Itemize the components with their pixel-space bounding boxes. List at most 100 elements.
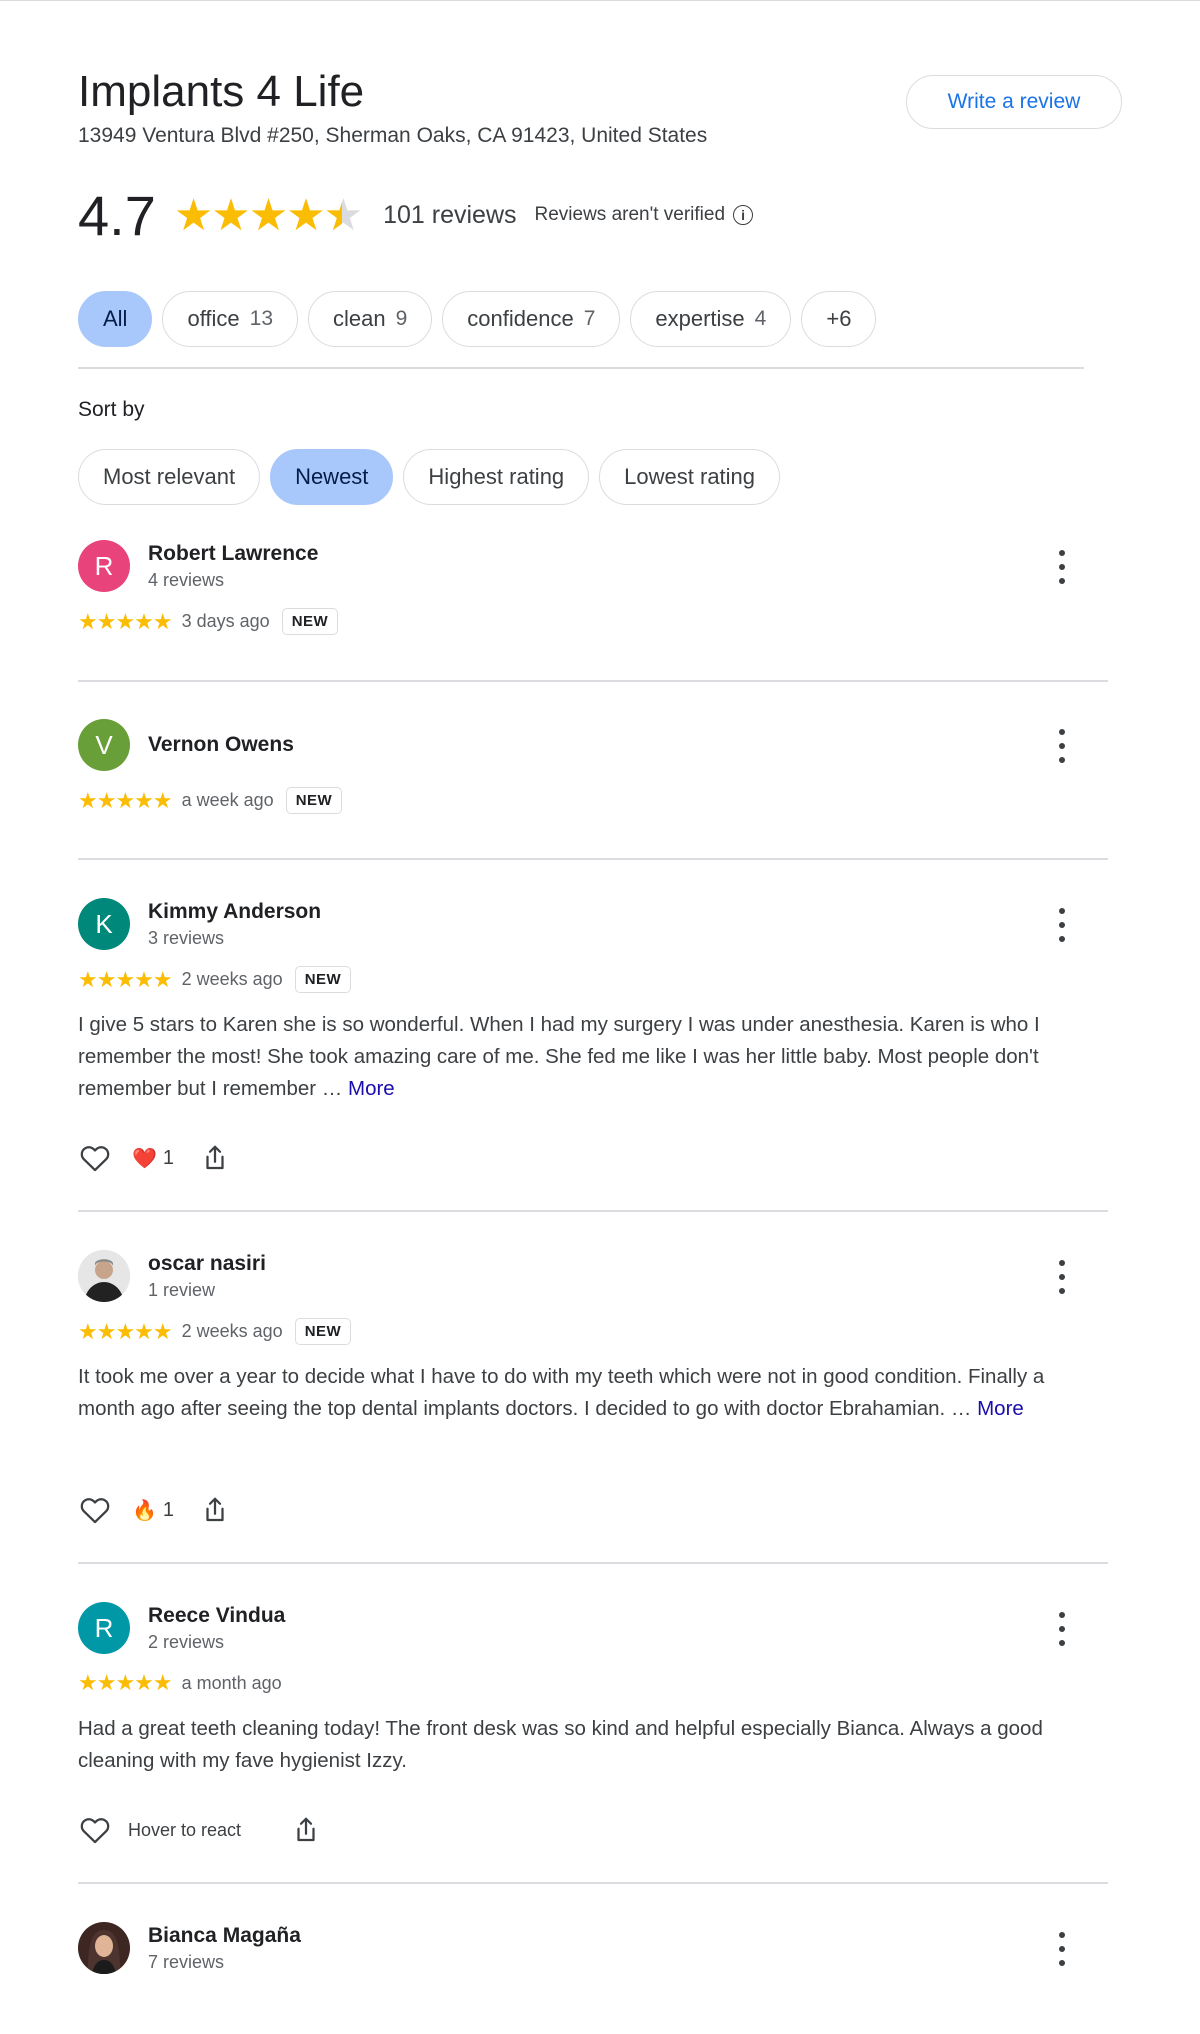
rating-stars-icon: ★★★★★	[174, 190, 363, 241]
fire-emoji-icon: 🔥	[132, 1499, 157, 1522]
avatar[interactable]: K	[78, 898, 130, 950]
place-title: Implants 4 Life	[78, 67, 365, 116]
review-actions: ❤️ 1	[78, 1141, 230, 1175]
review-meta: ★★★★★ 2 weeks ago NEW	[78, 966, 352, 993]
reaction-count[interactable]: ❤️ 1	[132, 1146, 174, 1171]
info-icon[interactable]: i	[733, 205, 754, 225]
divider	[78, 858, 1108, 860]
review-stars-icon: ★★★★★	[78, 966, 173, 992]
divider	[78, 1562, 1108, 1564]
review-stars-icon: ★★★★★	[78, 1670, 173, 1695]
review-date: 2 weeks ago	[181, 1321, 283, 1341]
chip-count: 13	[249, 307, 273, 330]
new-badge: NEW	[281, 608, 339, 635]
reviewer-review-count: 1 review	[148, 1280, 216, 1300]
reviewer-name[interactable]: Kimmy Anderson	[148, 900, 321, 924]
sort-highest-rating[interactable]: Highest rating	[403, 449, 590, 505]
avatar-photo[interactable]	[78, 1250, 130, 1302]
place-address: 13949 Ventura Blvd #250, Sherman Oaks, C…	[78, 124, 708, 147]
more-link[interactable]: More	[977, 1397, 1024, 1420]
divider	[78, 680, 1108, 682]
review-meta: ★★★★★ a month ago	[78, 1670, 282, 1696]
share-icon[interactable]	[200, 1143, 230, 1173]
review-meta: ★★★★★ a week ago NEW	[78, 787, 343, 814]
chip-expertise[interactable]: expertise 4	[630, 291, 792, 347]
avatar[interactable]: R	[78, 540, 130, 592]
reviewer-review-count: 2 reviews	[148, 1632, 225, 1652]
chip-label: office	[187, 306, 240, 331]
chip-label: +6	[826, 306, 852, 331]
new-badge: NEW	[294, 966, 352, 993]
review-actions: Hover to react	[78, 1813, 321, 1847]
avatar[interactable]: R	[78, 1602, 130, 1654]
reviewer-review-count: 7 reviews	[148, 1952, 225, 1972]
review-text: Had a great teeth cleaning today! The fr…	[78, 1717, 1043, 1772]
reviewer-name[interactable]: Robert Lawrence	[148, 542, 318, 566]
review-count[interactable]: 101 reviews	[383, 201, 516, 230]
review-card: Bianca Magaña 7 reviews	[78, 1922, 1108, 1974]
review-date: a week ago	[181, 790, 274, 810]
chip-office[interactable]: office 13	[162, 291, 298, 347]
rating-number: 4.7	[78, 183, 156, 247]
reviewer-name[interactable]: oscar nasiri	[148, 1252, 266, 1276]
chip-clean[interactable]: clean 9	[308, 291, 433, 347]
reaction-number: 1	[162, 1146, 175, 1169]
heart-emoji-icon: ❤️	[132, 1147, 157, 1170]
person-photo-icon	[78, 1250, 130, 1302]
review-body: I give 5 stars to Karen she is so wonder…	[78, 1013, 1040, 1100]
reviewer-name[interactable]: Reece Vindua	[148, 1604, 285, 1628]
review-date: a month ago	[181, 1672, 282, 1693]
more-options-icon[interactable]	[1050, 550, 1074, 584]
sort-lowest-rating[interactable]: Lowest rating	[599, 449, 781, 505]
more-options-icon[interactable]	[1050, 1932, 1074, 1966]
divider	[78, 1210, 1108, 1212]
review-meta: ★★★★★ 3 days ago NEW	[78, 608, 339, 635]
sort-most-relevant[interactable]: Most relevant	[78, 449, 261, 505]
chip-confidence[interactable]: confidence 7	[442, 291, 621, 347]
chip-label: expertise	[655, 306, 745, 331]
reaction-number: 1	[162, 1498, 175, 1521]
more-options-icon[interactable]	[1050, 908, 1074, 942]
more-options-icon[interactable]	[1050, 1612, 1074, 1646]
reviewer-review-count: 3 reviews	[148, 928, 225, 948]
heart-icon[interactable]	[78, 1813, 112, 1847]
chip-label: confidence	[467, 306, 574, 331]
divider	[78, 1882, 1108, 1884]
more-options-icon[interactable]	[1050, 729, 1074, 763]
avatar-photo[interactable]	[78, 1922, 130, 1974]
chip-count: 4	[754, 307, 767, 330]
review-stars-icon: ★★★★★	[78, 787, 173, 813]
chip-label: All	[103, 306, 128, 331]
reviewer-name[interactable]: Bianca Magaña	[148, 1924, 301, 1948]
more-options-icon[interactable]	[1050, 1260, 1074, 1294]
reaction-count[interactable]: 🔥 1	[132, 1498, 174, 1523]
chip-more-topics[interactable]: +6	[801, 291, 877, 347]
unverified-notice: Reviews aren't verified	[534, 204, 726, 225]
review-stars-icon: ★★★★★	[78, 1318, 173, 1344]
person-photo-icon	[78, 1922, 130, 1974]
chip-all[interactable]: All	[78, 291, 153, 347]
review-date: 2 weeks ago	[181, 969, 283, 989]
review-text: It took me over a year to decide what I …	[78, 1361, 1078, 1425]
new-badge: NEW	[294, 1318, 352, 1345]
topic-chips: All office 13 clean 9 confidence 7 expertis…	[78, 291, 877, 347]
review-body: It took me over a year to decide what I …	[78, 1365, 1045, 1420]
chip-count: 9	[395, 307, 408, 330]
sort-newest[interactable]: Newest	[270, 449, 394, 505]
top-border	[0, 0, 1200, 1]
reviewer-name[interactable]: Vernon Owens	[148, 733, 294, 757]
share-icon[interactable]	[291, 1815, 321, 1845]
review-actions: 🔥 1	[78, 1493, 230, 1527]
avatar[interactable]: V	[78, 719, 130, 771]
review-stars-icon: ★★★★★	[78, 608, 173, 634]
more-link[interactable]: More	[348, 1077, 395, 1100]
heart-icon[interactable]	[78, 1493, 112, 1527]
write-review-button[interactable]: Write a review	[906, 75, 1122, 129]
heart-icon[interactable]	[78, 1141, 112, 1175]
sort-options: Most relevant Newest Highest rating Lowe…	[78, 449, 781, 505]
review-date: 3 days ago	[181, 611, 270, 631]
divider	[78, 367, 1084, 369]
hover-to-react: Hover to react	[128, 1819, 242, 1840]
share-icon[interactable]	[200, 1495, 230, 1525]
chip-label: clean	[333, 306, 386, 331]
